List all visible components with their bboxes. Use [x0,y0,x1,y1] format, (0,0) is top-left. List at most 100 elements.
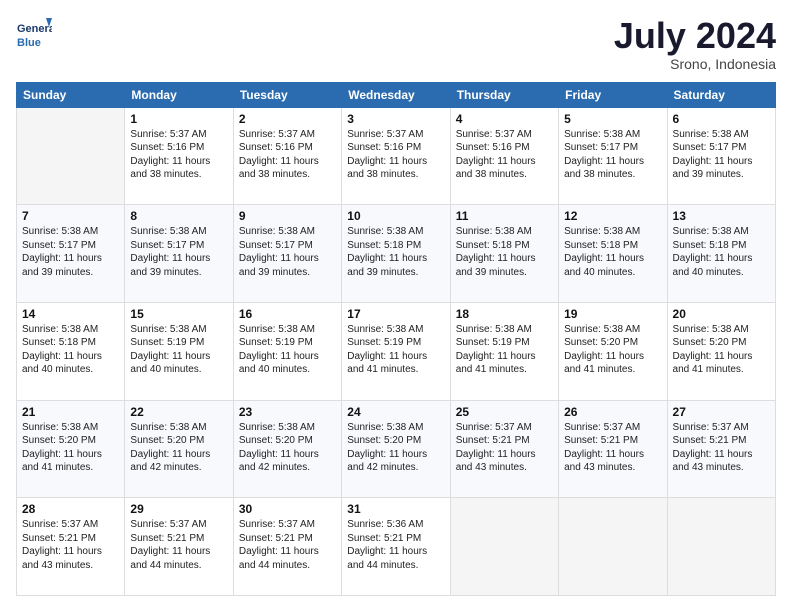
table-cell: 7 Sunrise: 5:38 AM Sunset: 5:17 PM Daylig… [17,205,125,303]
day-number: 5 [564,112,661,126]
day-info: Sunrise: 5:37 AM Sunset: 5:16 PM Dayligh… [239,128,336,182]
table-cell: 16 Sunrise: 5:38 AM Sunset: 5:19 PM Dayli… [233,302,341,400]
day-info: Sunrise: 5:38 AM Sunset: 5:20 PM Dayligh… [673,323,770,377]
col-monday: Monday [125,82,233,107]
table-cell: 20 Sunrise: 5:38 AM Sunset: 5:20 PM Dayli… [667,302,775,400]
day-number: 30 [239,502,336,516]
day-number: 11 [456,209,553,223]
table-cell: 11 Sunrise: 5:38 AM Sunset: 5:18 PM Dayli… [450,205,558,303]
svg-text:General: General [17,23,52,35]
day-number: 14 [22,307,119,321]
table-cell [559,498,667,596]
day-info: Sunrise: 5:38 AM Sunset: 5:20 PM Dayligh… [564,323,661,377]
table-cell: 1 Sunrise: 5:37 AM Sunset: 5:16 PM Daylig… [125,107,233,205]
table-cell: 9 Sunrise: 5:38 AM Sunset: 5:17 PM Daylig… [233,205,341,303]
day-number: 25 [456,405,553,419]
day-number: 23 [239,405,336,419]
table-cell: 31Sunrise: 5:36 AM Sunset: 5:21 PM Dayli… [342,498,450,596]
day-info: Sunrise: 5:38 AM Sunset: 5:19 PM Dayligh… [239,323,336,377]
table-cell: 25 Sunrise: 5:37 AM Sunset: 5:21 PM Dayli… [450,400,558,498]
logo: General Blue [16,16,52,52]
day-info: Sunrise: 5:38 AM Sunset: 5:17 PM Dayligh… [130,225,227,279]
day-number: 9 [239,209,336,223]
day-number: 31 [347,502,444,516]
day-info: Sunrise: 5:38 AM Sunset: 5:19 PM Dayligh… [347,323,444,377]
day-info: Sunrise: 5:37 AM Sunset: 5:16 PM Dayligh… [347,128,444,182]
day-number: 8 [130,209,227,223]
table-cell: 5 Sunrise: 5:38 AM Sunset: 5:17 PM Daylig… [559,107,667,205]
table-cell: 3 Sunrise: 5:37 AM Sunset: 5:16 PM Daylig… [342,107,450,205]
col-thursday: Thursday [450,82,558,107]
day-info: Sunrise: 5:38 AM Sunset: 5:20 PM Dayligh… [22,421,119,475]
table-cell: 14Sunrise: 5:38 AM Sunset: 5:18 PM Dayli… [17,302,125,400]
day-number: 2 [239,112,336,126]
col-sunday: Sunday [17,82,125,107]
day-info: Sunrise: 5:37 AM Sunset: 5:16 PM Dayligh… [130,128,227,182]
day-info: Sunrise: 5:38 AM Sunset: 5:18 PM Dayligh… [347,225,444,279]
col-wednesday: Wednesday [342,82,450,107]
table-cell [667,498,775,596]
day-info: Sunrise: 5:38 AM Sunset: 5:17 PM Dayligh… [673,128,770,182]
table-cell: 27Sunrise: 5:37 AM Sunset: 5:21 PM Dayli… [667,400,775,498]
day-number: 20 [673,307,770,321]
table-cell [450,498,558,596]
day-number: 4 [456,112,553,126]
table-cell: 21Sunrise: 5:38 AM Sunset: 5:20 PM Dayli… [17,400,125,498]
svg-text:Blue: Blue [17,37,41,49]
table-cell: 18Sunrise: 5:38 AM Sunset: 5:19 PM Dayli… [450,302,558,400]
table-cell: 22 Sunrise: 5:38 AM Sunset: 5:20 PM Dayli… [125,400,233,498]
day-number: 18 [456,307,553,321]
day-info: Sunrise: 5:37 AM Sunset: 5:21 PM Dayligh… [239,518,336,572]
day-info: Sunrise: 5:38 AM Sunset: 5:20 PM Dayligh… [239,421,336,475]
table-cell: 19 Sunrise: 5:38 AM Sunset: 5:20 PM Dayli… [559,302,667,400]
calendar-table: Sunday Monday Tuesday Wednesday Thursday… [16,82,776,596]
col-tuesday: Tuesday [233,82,341,107]
day-number: 3 [347,112,444,126]
table-cell: 8 Sunrise: 5:38 AM Sunset: 5:17 PM Daylig… [125,205,233,303]
subtitle: Srono, Indonesia [614,56,776,72]
day-number: 28 [22,502,119,516]
col-friday: Friday [559,82,667,107]
day-info: Sunrise: 5:38 AM Sunset: 5:18 PM Dayligh… [673,225,770,279]
day-number: 19 [564,307,661,321]
title-block: July 2024 Srono, Indonesia [614,16,776,72]
col-saturday: Saturday [667,82,775,107]
day-info: Sunrise: 5:38 AM Sunset: 5:17 PM Dayligh… [239,225,336,279]
day-info: Sunrise: 5:37 AM Sunset: 5:16 PM Dayligh… [456,128,553,182]
day-info: Sunrise: 5:38 AM Sunset: 5:17 PM Dayligh… [22,225,119,279]
day-info: Sunrise: 5:37 AM Sunset: 5:21 PM Dayligh… [22,518,119,572]
day-info: Sunrise: 5:37 AM Sunset: 5:21 PM Dayligh… [456,421,553,475]
day-number: 15 [130,307,227,321]
day-info: Sunrise: 5:37 AM Sunset: 5:21 PM Dayligh… [564,421,661,475]
day-number: 22 [130,405,227,419]
table-cell: 10Sunrise: 5:38 AM Sunset: 5:18 PM Dayli… [342,205,450,303]
day-number: 12 [564,209,661,223]
day-info: Sunrise: 5:38 AM Sunset: 5:17 PM Dayligh… [564,128,661,182]
table-cell [17,107,125,205]
table-cell: 6 Sunrise: 5:38 AM Sunset: 5:17 PM Daylig… [667,107,775,205]
day-info: Sunrise: 5:37 AM Sunset: 5:21 PM Dayligh… [673,421,770,475]
table-cell: 29Sunrise: 5:37 AM Sunset: 5:21 PM Dayli… [125,498,233,596]
table-cell: 23 Sunrise: 5:38 AM Sunset: 5:20 PM Dayli… [233,400,341,498]
day-info: Sunrise: 5:38 AM Sunset: 5:18 PM Dayligh… [564,225,661,279]
day-number: 29 [130,502,227,516]
table-cell: 28 Sunrise: 5:37 AM Sunset: 5:21 PM Dayli… [17,498,125,596]
day-number: 26 [564,405,661,419]
table-cell: 24 Sunrise: 5:38 AM Sunset: 5:20 PM Dayli… [342,400,450,498]
day-number: 24 [347,405,444,419]
table-cell: 13Sunrise: 5:38 AM Sunset: 5:18 PM Dayli… [667,205,775,303]
day-info: Sunrise: 5:38 AM Sunset: 5:20 PM Dayligh… [347,421,444,475]
day-number: 16 [239,307,336,321]
day-info: Sunrise: 5:38 AM Sunset: 5:20 PM Dayligh… [130,421,227,475]
day-number: 17 [347,307,444,321]
table-cell: 26 Sunrise: 5:37 AM Sunset: 5:21 PM Dayli… [559,400,667,498]
day-number: 1 [130,112,227,126]
table-cell: 12 Sunrise: 5:38 AM Sunset: 5:18 PM Dayli… [559,205,667,303]
day-number: 7 [22,209,119,223]
header: General Blue July 2024 Srono, Indonesia [16,16,776,72]
table-cell: 17 Sunrise: 5:38 AM Sunset: 5:19 PM Dayli… [342,302,450,400]
day-info: Sunrise: 5:38 AM Sunset: 5:18 PM Dayligh… [456,225,553,279]
day-number: 6 [673,112,770,126]
month-title: July 2024 [614,16,776,56]
table-cell: 2 Sunrise: 5:37 AM Sunset: 5:16 PM Daylig… [233,107,341,205]
